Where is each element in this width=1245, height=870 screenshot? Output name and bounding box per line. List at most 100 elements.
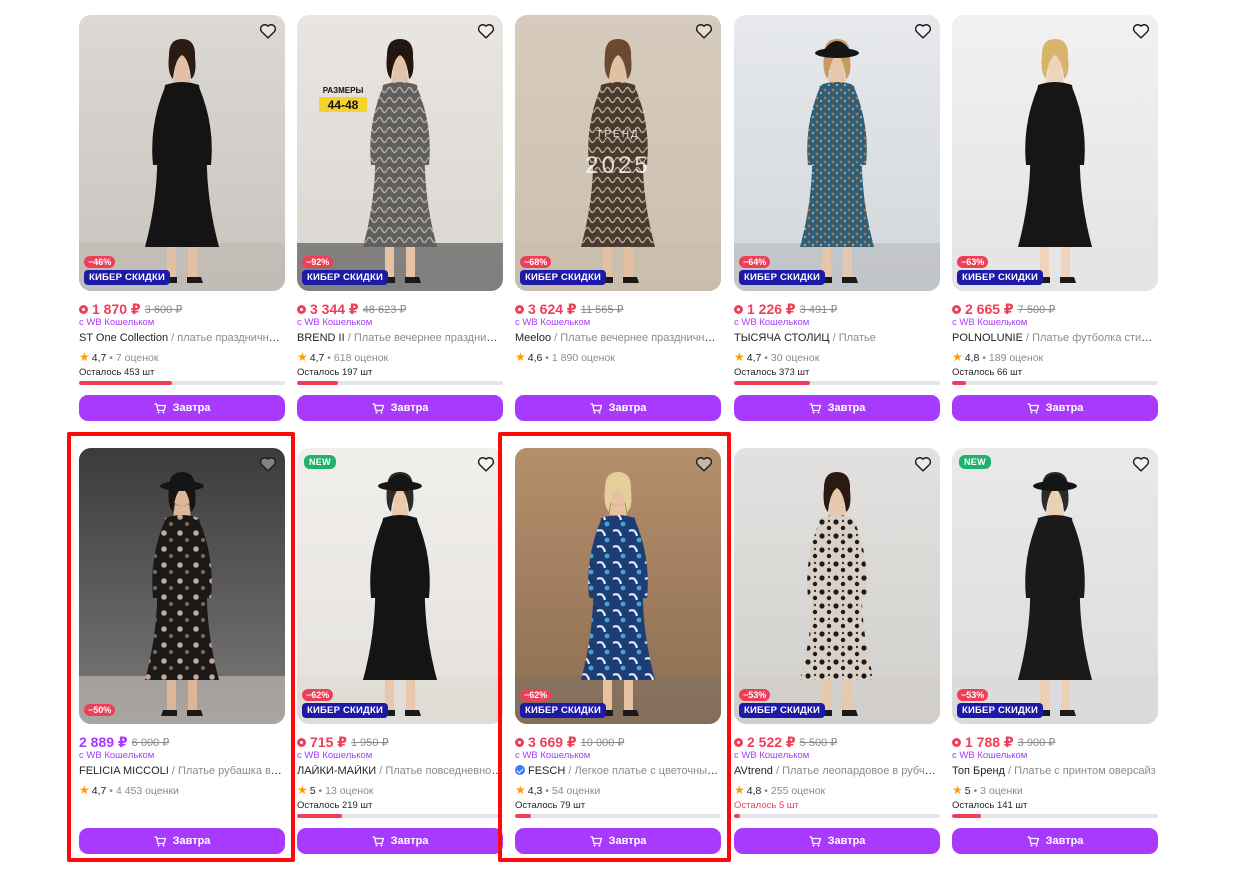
rating-value: 4,6 [527,352,543,364]
product-photo[interactable]: ТРЕНД 2025 −68% КИБЕР СКИДКИ [515,15,721,291]
star-icon: ★ [952,350,963,364]
stock-left-label: Осталось 453 шт [79,367,155,378]
product-photo[interactable]: −62% КИБЕР СКИДКИ [515,448,721,724]
product-photo[interactable]: −53% КИБЕР СКИДКИ [734,448,940,724]
wallet-icon [952,305,961,314]
add-to-cart-button[interactable]: Завтра [297,828,503,854]
badge-stack: −50% [84,700,116,718]
wallet-note: с WB Кошельком [952,750,1028,761]
brand-name: ТЫСЯЧА СТОЛИЦ [734,332,830,344]
badge-stack: −46% КИБЕР СКИДКИ [84,252,171,285]
heart-icon[interactable] [475,453,497,475]
reviews-count[interactable]: • 255 оценок [761,785,825,797]
heart-icon[interactable] [1130,20,1152,42]
product-description: / Легкое платье с цветочным п… [565,765,721,777]
brand-name: ЛАЙКИ-МАЙКИ [297,765,377,777]
delivery-label: Завтра [608,402,647,414]
product-title[interactable]: ST One Collection / платье праздничное … [79,332,285,344]
star-icon: ★ [515,783,526,797]
delivery-label: Завтра [172,835,211,847]
verified-check-icon [515,765,525,775]
rating-row: ★ 4,7 • 4 453 оценки [79,783,179,797]
heart-icon[interactable] [912,20,934,42]
add-to-cart-button[interactable]: Завтра [734,395,940,421]
add-to-cart-button[interactable]: Завтра [952,828,1158,854]
reviews-count[interactable]: • 189 оценок [979,352,1043,364]
old-price: 7 500 ₽ [1017,304,1056,316]
reviews-count[interactable]: • 1 890 оценок [542,352,615,364]
rating-row: ★ 4,7 • 618 оценок [297,350,388,364]
product-description: / Платье повседневное … [376,765,503,777]
star-icon: ★ [79,783,90,797]
image-caption-size-range: 44-48 [328,98,359,112]
heart-icon[interactable] [693,20,715,42]
add-to-cart-button[interactable]: Завтра [952,395,1158,421]
product-title[interactable]: Топ Бренд / Платье с принтом оверсайз [952,765,1158,777]
shopping-cart-icon [154,835,173,847]
heart-icon[interactable] [912,453,934,475]
brand-name: BREND II [297,332,345,344]
shopping-cart-icon [809,402,828,414]
product-photo-scene [734,15,940,291]
product-description: / Платье вечернее праздничное … [551,332,721,344]
product-photo[interactable]: −63% КИБЕР СКИДКИ [952,15,1158,291]
product-photo[interactable]: NEW −62% КИБЕР СКИДКИ [297,448,503,724]
heart-icon[interactable] [1130,453,1152,475]
badge-stack: −53% КИБЕР СКИДКИ [739,685,826,718]
stock-left-label: Осталось 219 шт [297,800,373,811]
rating-row: ★ 5 • 13 оценок [297,783,374,797]
price: 3 344 ₽ [310,301,359,317]
rating-value: 4,7 [91,352,107,364]
old-price: 1 950 ₽ [351,737,389,749]
product-title[interactable]: ТЫСЯЧА СТОЛИЦ / Платье [734,332,940,344]
heart-icon[interactable] [475,20,497,42]
add-to-cart-button[interactable]: Завтра [515,828,721,854]
reviews-count[interactable]: • 4 453 оценки [106,785,179,797]
reviews-count[interactable]: • 30 оценок [761,352,819,364]
product-photo[interactable]: −64% КИБЕР СКИДКИ [734,15,940,291]
add-to-cart-button[interactable]: Завтра [515,395,721,421]
reviews-count[interactable]: • 7 оценок [106,352,158,364]
rating-row: ★ 4,6 • 1 890 оценок [515,350,615,364]
rating-value: 4,7 [91,785,107,797]
old-price: 3 491 ₽ [799,304,838,316]
product-title[interactable]: FELICIA MICCOLI / Платье рубашка веч… [79,765,285,777]
rating-value: 4,8 [746,785,762,797]
product-photo[interactable]: −46% КИБЕР СКИДКИ [79,15,285,291]
reviews-count[interactable]: • 3 оценки [971,785,1023,797]
product-title[interactable]: AVtrend / Платье леопардовое в рубчик … [734,765,940,777]
heart-icon[interactable] [693,453,715,475]
reviews-count[interactable]: • 618 оценок [324,352,388,364]
add-to-cart-button[interactable]: Завтра [297,395,503,421]
badge-stack: −62% КИБЕР СКИДКИ [520,685,607,718]
product-photo[interactable]: −50% [79,448,285,724]
image-caption-sizes-label: РАЗМЕРЫ [323,86,364,95]
stock-bar-fill [297,814,343,818]
delivery-label: Завтра [827,835,866,847]
product-title[interactable]: BREND II / Платье вечернее празднично… [297,332,503,344]
product-photo[interactable]: NEW −53% КИБЕР СКИДКИ [952,448,1158,724]
old-price: 3 900 ₽ [1017,737,1056,749]
add-to-cart-button[interactable]: Завтра [79,828,285,854]
product-title[interactable]: POLNOLUNIE / Платье футболка стильн… [952,332,1158,344]
old-price: 5 500 ₽ [799,737,838,749]
product-title[interactable]: Meeloo / Платье вечернее праздничное … [515,332,721,344]
reviews-count[interactable]: • 13 оценок [316,785,374,797]
add-to-cart-button[interactable]: Завтра [79,395,285,421]
brand-name: FESCH [528,765,566,777]
heart-icon[interactable] [257,20,279,42]
promo-badge: КИБЕР СКИДКИ [957,270,1044,285]
product-description: / Платье [829,332,876,344]
reviews-count[interactable]: • 54 оценки [542,785,600,797]
product-photo[interactable]: РАЗМЕРЫ 44-48 −92% КИБЕР СКИДКИ [297,15,503,291]
price-row: 3 624 ₽11 565 ₽ [515,301,721,318]
star-icon: ★ [515,350,526,364]
product-title[interactable]: ЛАЙКИ-МАЙКИ / Платье повседневное … [297,765,503,777]
wallet-note: с WB Кошельком [297,750,373,761]
product-title[interactable]: FESCH / Легкое платье с цветочным п… [515,765,721,777]
wallet-note: с WB Кошельком [297,317,373,328]
price: 3 669 ₽ [528,734,577,750]
heart-icon[interactable] [257,453,279,475]
rating-row: ★ 4,8 • 255 оценок [734,783,825,797]
add-to-cart-button[interactable]: Завтра [734,828,940,854]
